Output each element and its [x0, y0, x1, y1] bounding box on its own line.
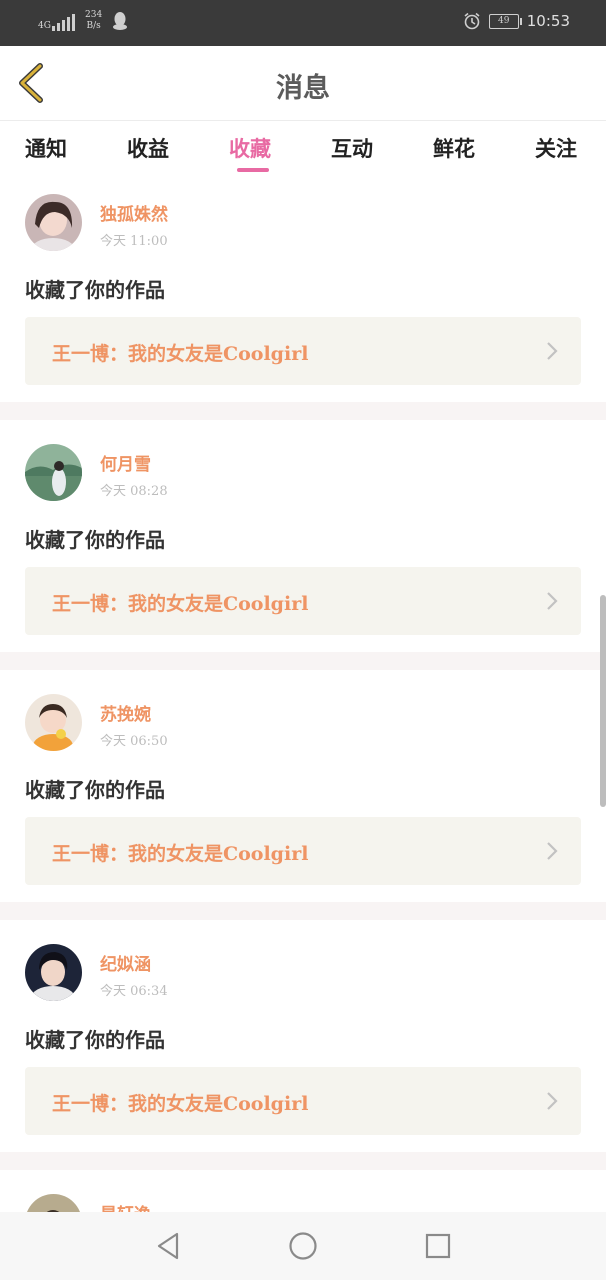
- home-circle-icon[interactable]: [286, 1229, 320, 1263]
- battery-icon: 49: [488, 13, 522, 29]
- sender-name[interactable]: 纪姒涵: [100, 950, 151, 975]
- message-time: 今天 08:28: [100, 484, 168, 499]
- tab-favorites[interactable]: 收藏: [229, 133, 271, 163]
- sender-name[interactable]: 何月雪: [100, 450, 151, 475]
- qq-icon: [113, 12, 128, 30]
- message-card: 何月雪 今天 08:28 收藏了你的作品 王一博：我的女友是Coolgirl: [0, 430, 606, 662]
- tab-interactions[interactable]: 互动: [331, 133, 373, 163]
- tab-notifications[interactable]: 通知: [25, 133, 67, 163]
- divider: [0, 652, 606, 670]
- tab-bar: 通知 收益 收藏 互动 鲜花 关注: [0, 121, 606, 177]
- scrollbar[interactable]: [600, 595, 606, 807]
- work-title: 王一博：我的女友是Coolgirl: [52, 843, 309, 865]
- header: 消息: [0, 46, 606, 121]
- back-triangle-icon[interactable]: [151, 1229, 185, 1263]
- network-type: 4G: [38, 21, 51, 31]
- recent-square-icon[interactable]: [421, 1229, 455, 1263]
- avatar[interactable]: [25, 944, 82, 1001]
- divider: [0, 1152, 606, 1170]
- message-card: 是轩逸: [0, 1180, 606, 1212]
- message-text: 收藏了你的作品: [25, 278, 165, 302]
- avatar[interactable]: [25, 194, 82, 251]
- alarm-icon: [464, 12, 480, 30]
- divider: [0, 902, 606, 920]
- system-nav-bar: [0, 1212, 606, 1280]
- work-title: 王一博：我的女友是Coolgirl: [52, 1093, 309, 1115]
- chevron-right-icon: [547, 342, 558, 360]
- sender-name[interactable]: 是轩逸: [100, 1200, 151, 1212]
- work-link[interactable]: 王一博：我的女友是Coolgirl: [25, 567, 581, 635]
- status-bar: 4G 234 B/s 49 10:53: [0, 0, 606, 46]
- message-text: 收藏了你的作品: [25, 528, 165, 552]
- avatar[interactable]: [25, 444, 82, 501]
- active-tab-indicator: [237, 168, 269, 172]
- work-link[interactable]: 王一博：我的女友是Coolgirl: [25, 317, 581, 385]
- tab-earnings[interactable]: 收益: [127, 133, 169, 163]
- sender-name[interactable]: 独孤姝然: [100, 200, 168, 225]
- chevron-right-icon: [547, 1092, 558, 1110]
- work-link[interactable]: 王一博：我的女友是Coolgirl: [25, 1067, 581, 1135]
- message-card: 苏挽婉 今天 06:50 收藏了你的作品 王一博：我的女友是Coolgirl: [0, 680, 606, 912]
- divider: [0, 402, 606, 420]
- chevron-right-icon: [547, 842, 558, 860]
- message-time: 今天 06:50: [100, 734, 168, 749]
- message-text: 收藏了你的作品: [25, 1028, 165, 1052]
- avatar[interactable]: [25, 1194, 82, 1212]
- signal-icon: 4G: [38, 11, 75, 31]
- message-card: 纪姒涵 今天 06:34 收藏了你的作品 王一博：我的女友是Coolgirl: [0, 930, 606, 1162]
- work-link[interactable]: 王一博：我的女友是Coolgirl: [25, 817, 581, 885]
- tab-flowers[interactable]: 鲜花: [433, 133, 475, 163]
- tab-follows[interactable]: 关注: [535, 133, 577, 163]
- message-text: 收藏了你的作品: [25, 778, 165, 802]
- work-title: 王一博：我的女友是Coolgirl: [52, 593, 309, 615]
- sender-name[interactable]: 苏挽婉: [100, 700, 151, 725]
- avatar[interactable]: [25, 694, 82, 751]
- network-speed: 234 B/s: [85, 10, 103, 31]
- message-time: 今天 11:00: [100, 234, 168, 249]
- message-time: 今天 06:34: [100, 984, 168, 999]
- page-title: 消息: [276, 73, 330, 104]
- chevron-right-icon: [547, 592, 558, 610]
- work-title: 王一博：我的女友是Coolgirl: [52, 343, 309, 365]
- message-card: 独孤姝然 今天 11:00 收藏了你的作品 王一博：我的女友是Coolgirl: [0, 180, 606, 412]
- clock: 10:53: [526, 12, 570, 30]
